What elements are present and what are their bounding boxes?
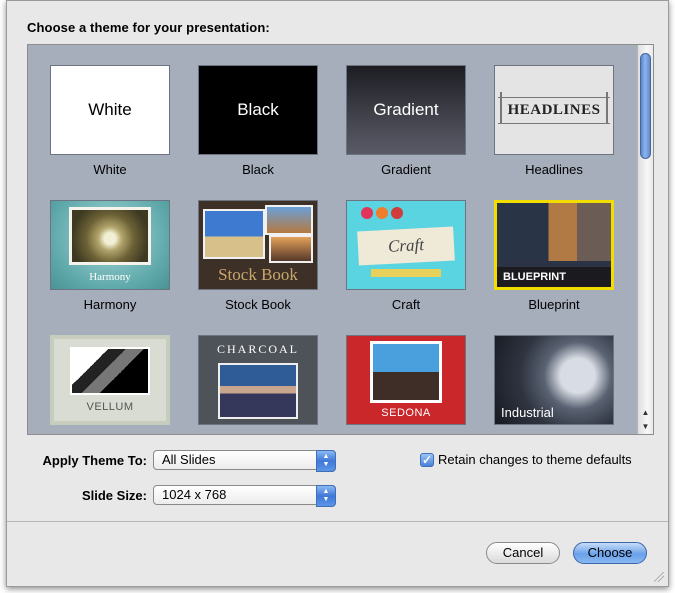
theme-caption: Headlines (525, 162, 583, 177)
slide-size-popup[interactable]: 1024 x 768 ▲ ▼ (153, 485, 336, 507)
theme-white[interactable]: White White (28, 45, 176, 177)
theme-thumbnail-selected[interactable]: BLUEPRINT (494, 200, 614, 290)
theme-caption: Harmony (83, 297, 137, 312)
apply-theme-popup[interactable]: All Slides ▲ ▼ (153, 450, 336, 472)
theme-browser[interactable]: White White Black Black Gradient Gradien… (27, 44, 654, 435)
theme-thumbnail[interactable]: CHARCOAL (198, 335, 318, 425)
theme-thumbnail[interactable]: Harmony (50, 200, 170, 290)
apply-theme-value: All Slides (162, 452, 216, 467)
theme-caption: Craft (391, 297, 421, 312)
theme-grid: White White Black Black Gradient Gradien… (28, 45, 637, 434)
theme-thumbnail[interactable]: HEADLINES (494, 65, 614, 155)
theme-blueprint[interactable]: BLUEPRINT Blueprint (472, 180, 620, 312)
flower-stickers (361, 207, 406, 222)
theme-caption: White (93, 162, 127, 177)
thumbnail-title: Gradient (373, 100, 439, 119)
theme-thumbnail[interactable]: Industrial (494, 335, 614, 425)
thumbnail-title: Black (237, 100, 279, 119)
scrollbar-thumb[interactable] (640, 53, 651, 159)
tape-strip (371, 269, 441, 277)
thumbnail-title: Stock Book (218, 265, 298, 284)
flower-photo (69, 207, 151, 265)
thumbnail-title: SEDONA (381, 407, 431, 419)
thumbnail-title: Craft (357, 226, 455, 266)
theme-caption: Stock Book (225, 297, 291, 312)
slide-size-value: 1024 x 768 (162, 487, 227, 502)
thumbnail-title: Industrial (501, 405, 554, 420)
theme-gradient[interactable]: Gradient Gradient (324, 45, 472, 177)
theme-thumbnail[interactable]: Black (198, 65, 318, 155)
slide-size-label: Slide Size: (81, 488, 147, 503)
theme-caption: Blueprint (528, 297, 580, 312)
vertical-scrollbar[interactable]: ▲ ▼ (637, 45, 653, 434)
scroll-up-arrow-icon[interactable]: ▲ (638, 406, 653, 420)
retain-changes-label[interactable]: Retain changes to theme defaults (438, 452, 632, 467)
divider (7, 521, 668, 522)
choose-button[interactable]: Choose (573, 542, 647, 564)
cyclist-photo (370, 341, 442, 403)
cancel-button[interactable]: Cancel (486, 542, 560, 564)
theme-craft[interactable]: Craft Craft (324, 180, 472, 312)
theme-industrial[interactable]: Industrial (472, 315, 620, 434)
retain-changes-checkbox[interactable]: ✓ (420, 453, 434, 467)
architecture-photos (497, 203, 611, 261)
thumbnail-title: White (88, 100, 132, 119)
theme-stock-book[interactable]: Stock Book Stock Book (176, 180, 324, 312)
theme-thumbnail[interactable]: White (50, 65, 170, 155)
thumbnail-title: CHARCOAL (216, 341, 299, 356)
scroll-down-arrow-icon[interactable]: ▼ (638, 420, 653, 434)
popup-arrows-icon: ▲ ▼ (316, 485, 336, 507)
resize-grip-icon[interactable] (654, 572, 664, 582)
popup-arrows-icon: ▲ ▼ (316, 450, 336, 472)
theme-caption: Black (242, 162, 274, 177)
thumbnail-title: HEADLINES (497, 91, 611, 124)
theme-chooser-dialog: Choose a theme for your presentation: Wh… (6, 0, 669, 587)
mountain-photo (218, 362, 298, 419)
photo-collage (203, 205, 313, 263)
bw-photo (70, 347, 150, 395)
theme-thumbnail[interactable]: VELLUM (50, 335, 170, 425)
theme-black[interactable]: Black Black (176, 45, 324, 177)
theme-thumbnail[interactable]: Stock Book (198, 200, 318, 290)
thumbnail-title: BLUEPRINT (497, 267, 611, 287)
apply-theme-label: Apply Theme To: (42, 453, 147, 468)
dialog-heading: Choose a theme for your presentation: (27, 20, 270, 35)
thumbnail-title: Harmony (89, 271, 131, 283)
theme-charcoal[interactable]: CHARCOAL (176, 315, 324, 434)
theme-thumbnail[interactable]: Gradient (346, 65, 466, 155)
theme-sedona[interactable]: SEDONA (324, 315, 472, 434)
theme-thumbnail[interactable]: SEDONA (346, 335, 466, 425)
theme-headlines[interactable]: HEADLINES Headlines (472, 45, 620, 177)
thumbnail-title: VELLUM (86, 401, 134, 413)
theme-thumbnail[interactable]: Craft (346, 200, 466, 290)
theme-harmony[interactable]: Harmony Harmony (28, 180, 176, 312)
theme-vellum[interactable]: VELLUM (28, 315, 176, 434)
theme-caption: Gradient (381, 162, 431, 177)
